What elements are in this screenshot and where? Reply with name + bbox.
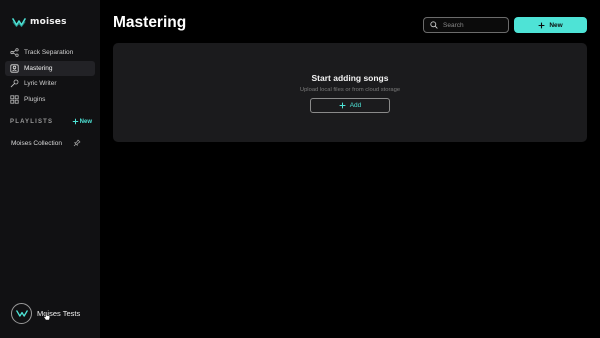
grid-icon (10, 94, 19, 104)
sidebar-item-label: Lyric Writer (24, 80, 57, 87)
dropzone-subtitle: Upload local files or from cloud storage (299, 87, 401, 93)
sidebar-item-mastering[interactable]: Mastering (5, 60, 95, 76)
page-title: Mastering (113, 14, 187, 31)
pin-icon[interactable] (73, 139, 81, 147)
logo[interactable]: moises (12, 17, 67, 27)
search-box[interactable] (423, 17, 509, 33)
dropzone-title: Start adding songs (311, 73, 389, 83)
sidebar-nav: Track Separation Mastering Lyric Writer … (5, 45, 95, 107)
new-button[interactable]: New (514, 17, 587, 33)
new-playlist-label: New (79, 118, 92, 125)
playlists-title: PLAYLISTS (10, 118, 54, 125)
add-button-label: Add (349, 102, 362, 109)
upload-dropzone[interactable]: Start adding songs Upload local files or… (113, 43, 587, 142)
sidebar-item-lyric-writer[interactable]: Lyric Writer (5, 76, 95, 91)
plus-icon (339, 102, 346, 109)
logo-text: moises (30, 17, 67, 27)
mastering-icon (10, 63, 19, 73)
new-button-label: New (549, 21, 563, 29)
share-nodes-icon (10, 48, 19, 57)
sidebar-item-track-separation[interactable]: Track Separation (5, 45, 95, 60)
search-icon (430, 21, 438, 29)
plus-icon (538, 22, 545, 28)
playlist-item-label: Moises Collection (11, 139, 62, 147)
sidebar-item-label: Track Separation (24, 49, 74, 56)
sidebar: moises Track Separation Mastering Lyric … (0, 0, 100, 338)
moises-logo-icon (15, 310, 28, 317)
sidebar-item-plugins[interactable]: Plugins (5, 92, 95, 107)
sidebar-item-label: Plugins (24, 95, 46, 103)
avatar (11, 303, 32, 324)
new-playlist-button[interactable]: New (72, 118, 92, 125)
sidebar-item-label: Mastering (24, 64, 53, 72)
add-button[interactable]: Add (310, 98, 390, 113)
moises-logo-icon (12, 18, 26, 27)
main-content: Mastering New Start adding songs Upload … (100, 0, 600, 338)
playlist-item[interactable]: Moises Collection (11, 139, 81, 147)
playlists-header: PLAYLISTS New (10, 118, 92, 125)
microphone-icon (10, 79, 19, 88)
hand-cursor-icon (43, 311, 51, 321)
plus-icon (72, 118, 78, 125)
search-input[interactable] (443, 21, 505, 29)
